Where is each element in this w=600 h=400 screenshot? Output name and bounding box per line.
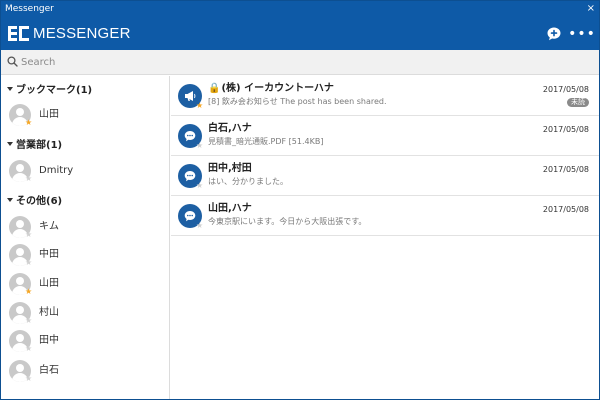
- star-icon[interactable]: ★: [25, 231, 32, 239]
- star-icon[interactable]: ★: [25, 259, 32, 267]
- group-label: その他(6): [16, 196, 63, 207]
- thread-preview: 今東京駅にいます。今日から大阪出張です。: [208, 217, 367, 226]
- thread-title: 田中,村田: [208, 163, 252, 174]
- contact-name: Dmitry: [39, 165, 74, 176]
- search-icon: [7, 56, 18, 67]
- chat-bubble-icon: ★: [178, 124, 203, 150]
- group-header-other[interactable]: その他(6): [7, 195, 62, 209]
- collapse-triangle-icon: [7, 142, 13, 146]
- contact-name: 白石: [39, 365, 59, 376]
- contact-name: 村山: [39, 307, 59, 318]
- contact-item[interactable]: ★ Dmitry: [9, 160, 164, 184]
- star-icon[interactable]: ★: [25, 119, 32, 127]
- megaphone-icon: ★: [178, 84, 203, 110]
- new-chat-icon: [547, 27, 561, 41]
- app-header: MESSENGER •••: [1, 17, 599, 50]
- group-header-sales[interactable]: 営業部(1): [7, 139, 62, 153]
- thread-list: ★ 🔒(株) イーカウントーハナ [8] 飲み会お知らせ The post ha…: [171, 76, 599, 399]
- thread-preview: 見積書_暗光通販.PDF [51.4KB]: [208, 137, 324, 146]
- window-title: Messenger: [5, 4, 54, 14]
- thread-title: 🔒(株) イーカウントーハナ: [208, 83, 334, 95]
- thread-item[interactable]: ★ 田中,村田 はい、分かりました。 2017/05/08: [171, 156, 599, 196]
- thread-date: 2017/05/08: [542, 205, 589, 214]
- collapse-triangle-icon: [7, 198, 13, 202]
- contact-item[interactable]: ★ キム: [9, 216, 164, 240]
- contact-item[interactable]: ★ 白石: [9, 360, 164, 384]
- thread-preview: はい、分かりました。: [208, 177, 288, 186]
- close-icon[interactable]: ×: [587, 1, 595, 17]
- contact-name: 山田: [39, 278, 59, 289]
- thread-item[interactable]: ★ 山田,ハナ 今東京駅にいます。今日から大阪出張です。 2017/05/08: [171, 196, 599, 236]
- search-bar: [1, 50, 599, 75]
- contact-name: 山田: [39, 109, 59, 120]
- thread-title-text: (株) イーカウントーハナ: [221, 83, 334, 94]
- contact-item[interactable]: ★ 山田: [9, 104, 164, 128]
- logo-text: MESSENGER: [33, 25, 131, 42]
- app-logo: MESSENGER: [8, 25, 131, 43]
- contact-item[interactable]: ★ 村山: [9, 302, 164, 326]
- contact-name: キム: [39, 221, 59, 232]
- star-icon[interactable]: ★: [25, 288, 32, 296]
- star-icon[interactable]: ★: [196, 142, 203, 150]
- star-icon[interactable]: ★: [196, 102, 203, 110]
- star-icon[interactable]: ★: [25, 375, 32, 383]
- thread-item[interactable]: ★ 🔒(株) イーカウントーハナ [8] 飲み会お知らせ The post ha…: [171, 76, 599, 116]
- thread-date: 2017/05/08: [542, 125, 589, 134]
- star-icon[interactable]: ★: [196, 182, 203, 190]
- collapse-triangle-icon: [7, 87, 13, 91]
- search-input[interactable]: [21, 54, 581, 70]
- contact-name: 田中: [39, 335, 59, 346]
- chat-bubble-icon: ★: [178, 164, 203, 190]
- unread-badge: 未読: [567, 98, 589, 107]
- star-icon[interactable]: ★: [25, 175, 32, 183]
- new-chat-button[interactable]: [545, 25, 563, 43]
- contact-item[interactable]: ★ 中田: [9, 244, 164, 268]
- group-header-bookmark[interactable]: ブックマーク(1): [7, 84, 92, 98]
- thread-title: 白石,ハナ: [208, 123, 252, 134]
- lock-icon: 🔒: [208, 83, 221, 94]
- star-icon[interactable]: ★: [196, 222, 203, 230]
- contact-item[interactable]: ★ 山田: [9, 273, 164, 297]
- group-label: 営業部(1): [16, 140, 63, 151]
- title-bar: Messenger ×: [1, 1, 599, 17]
- thread-preview: [8] 飲み会お知らせ The post has been shared.: [208, 97, 387, 106]
- thread-title: 山田,ハナ: [208, 203, 252, 214]
- thread-date: 2017/05/08: [542, 85, 589, 94]
- thread-date: 2017/05/08: [542, 165, 589, 174]
- thread-item[interactable]: ★ 白石,ハナ 見積書_暗光通販.PDF [51.4KB] 2017/05/08: [171, 116, 599, 156]
- logo-mark-icon: [8, 26, 30, 42]
- chat-bubble-icon: ★: [178, 204, 203, 230]
- contact-item[interactable]: ★ 田中: [9, 330, 164, 354]
- group-label: ブックマーク(1): [16, 85, 93, 96]
- contact-name: 中田: [39, 249, 59, 260]
- more-options-button[interactable]: •••: [568, 25, 595, 43]
- star-icon[interactable]: ★: [25, 345, 32, 353]
- star-icon[interactable]: ★: [25, 317, 32, 325]
- messenger-window: Messenger × MESSENGER ••• Search ブックマーク(…: [0, 0, 600, 400]
- contact-sidebar: ブックマーク(1) ★ 山田 営業部(1) ★ Dmitry その他(6) ★ …: [1, 76, 170, 399]
